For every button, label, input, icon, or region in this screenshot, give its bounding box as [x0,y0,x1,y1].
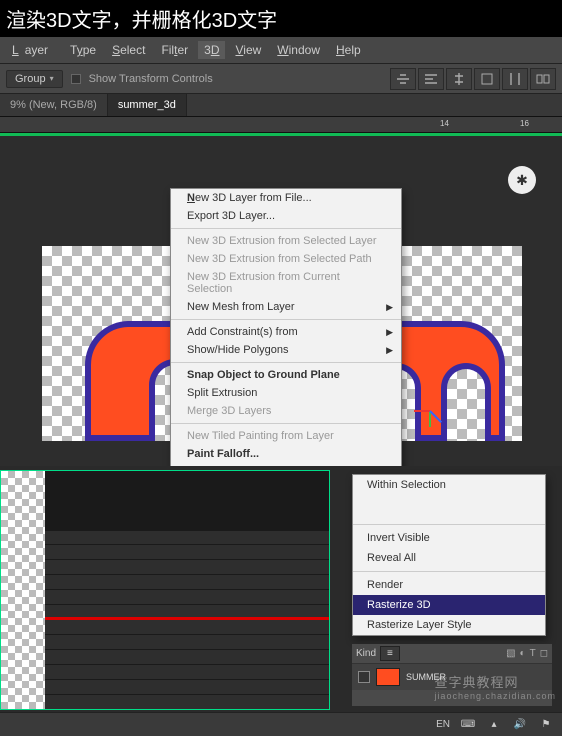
menu-3d[interactable]: 3D [198,41,225,59]
ruler-tick-14: 14 [440,119,449,128]
align-icon-4[interactable] [474,68,500,90]
layer-row[interactable]: SUMMER [352,664,552,690]
mi-extrusion-selection: New 3D Extrusion from Current Selection [171,268,401,298]
3d-ground-view[interactable] [0,470,330,710]
mi-export-3d-layer[interactable]: Export 3D Layer... [171,207,401,225]
show-transform-label: Show Transform Controls [89,73,213,85]
context-menu: Within Selection Invert Visible Reveal A… [352,474,546,636]
ctx-invert-visible[interactable]: Invert Visible [353,528,545,548]
submenu-arrow-icon: ▶ [386,327,393,338]
mi-paint-falloff[interactable]: Paint Falloff... [171,445,401,463]
lower-panels: Within Selection Invert Visible Reveal A… [0,466,562,736]
submenu-arrow-icon: ▶ [386,345,393,356]
mi-split-extrusion[interactable]: Split Extrusion [171,384,401,402]
ctx-render[interactable]: Render [353,575,545,595]
filter-adjust-icon[interactable]: ◐ [520,648,526,659]
menu-type[interactable]: Type [64,41,102,59]
transparency-strip [1,471,45,709]
mi-merge-3d: Merge 3D Layers [171,402,401,420]
align-icon-1[interactable] [390,68,416,90]
mi-snap-ground[interactable]: Snap Object to Ground Plane [171,366,401,384]
menu-filter[interactable]: Filter [155,41,194,59]
3d-axis-gizmo[interactable] [411,393,447,429]
ruler-horizontal[interactable]: 14 16 [0,117,562,133]
menu-view[interactable]: View [229,41,267,59]
mi-new-3d-layer-from-file[interactable]: New 3D Layer from File... [171,189,401,207]
layer-kind-label: Kind [356,648,376,659]
menu-help[interactable]: Help [330,41,367,59]
show-transform-checkbox[interactable] [71,74,81,84]
ctx-within-selection[interactable]: Within Selection [353,475,545,495]
menu-select[interactable]: Select [106,41,151,59]
view-options-button[interactable]: ✱ [508,166,536,194]
visibility-toggle[interactable] [358,671,370,683]
ctx-reveal-all[interactable]: Reveal All [353,548,545,568]
tab-doc-1[interactable]: summer_3d [108,94,187,116]
volume-icon[interactable]: 🔊 [512,717,528,733]
menu-layer[interactable]: Layer [6,41,60,59]
keyboard-icon[interactable]: ⌨ [460,717,476,733]
options-bar: Group ▾ Show Transform Controls [0,64,562,94]
mode-icon[interactable] [530,68,556,90]
mi-show-hide-polygons[interactable]: Show/Hide Polygons▶ [171,341,401,359]
language-indicator[interactable]: EN [436,719,450,730]
chevron-down-icon: ▾ [50,74,54,83]
group-label: Group [15,73,46,85]
mi-new-mesh[interactable]: New Mesh from Layer▶ [171,298,401,316]
canvas[interactable]: ✱ New 3D Layer from File... Export 3D La… [0,136,562,466]
menu-bar: Layer Type Select Filter 3D View Window … [0,37,562,64]
menu-window[interactable]: Window [271,41,326,59]
ctx-rasterize-3d[interactable]: Rasterize 3D [353,595,545,615]
ctx-rasterize-layer-style[interactable]: Rasterize Layer Style [353,615,545,635]
mi-add-constraints[interactable]: Add Constraint(s) from▶ [171,323,401,341]
mi-extrusion-layer: New 3D Extrusion from Selected Layer [171,232,401,250]
horizon-line [45,617,329,620]
asterisk-icon: ✱ [516,172,528,189]
document-tabs: 9% (New, RGB/8) summer_3d [0,94,562,117]
ruler-tick-16: 16 [520,119,529,128]
group-dropdown[interactable]: Group ▾ [6,70,63,88]
mi-tiled-painting: New Tiled Painting from Layer [171,427,401,445]
layer-name: SUMMER [406,672,446,682]
filter-shape-icon[interactable]: ◻ [540,648,548,659]
layer-thumbnail [376,668,400,686]
tab-doc-0[interactable]: 9% (New, RGB/8) [0,94,108,116]
align-icon-3[interactable] [446,68,472,90]
filter-pixel-icon[interactable]: ▧ [506,648,515,659]
chevron-up-icon[interactable]: ▴ [486,717,502,733]
layers-panel: Kind ≡ ▧ ◐ T ◻ SUMMER [352,644,552,706]
submenu-arrow-icon: ▶ [386,302,393,313]
ground-grid [45,531,329,709]
status-bar: EN ⌨ ▴ 🔊 ⚑ [0,712,562,736]
filter-type-icon[interactable]: T [530,648,536,659]
layer-kind-dropdown[interactable]: ≡ [380,646,400,661]
align-icon-5[interactable] [502,68,528,90]
align-icon-2[interactable] [418,68,444,90]
flag-icon[interactable]: ⚑ [538,717,554,733]
mi-extrusion-path: New 3D Extrusion from Selected Path [171,250,401,268]
page-caption: 渲染3D文字，并栅格化3D文字 [0,0,562,37]
